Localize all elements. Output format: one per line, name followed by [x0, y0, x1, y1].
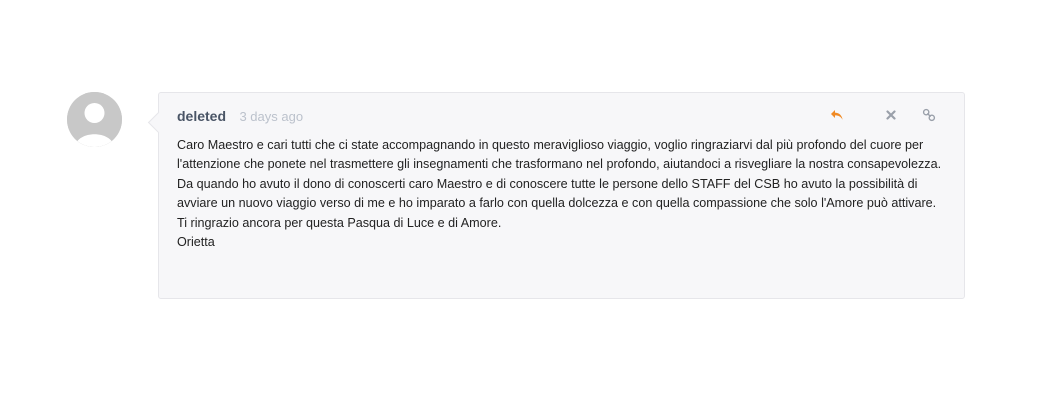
comment-body: Caro Maestro e cari tutti che ci state a…	[177, 136, 942, 252]
comment-bubble: deleted 3 days ago Caro Maestro e cari t…	[147, 92, 965, 299]
comment-header: deleted 3 days ago	[177, 108, 946, 128]
comment-paragraph: Caro Maestro e cari tutti che ci state a…	[177, 138, 942, 172]
avatar[interactable]	[67, 92, 122, 147]
comment-time[interactable]: 3 days ago	[239, 109, 303, 124]
comment: deleted 3 days ago Caro Maestro e cari t…	[0, 0, 1050, 400]
close-icon[interactable]	[882, 106, 900, 124]
comment-actions	[828, 106, 938, 124]
link-icon[interactable]	[920, 106, 938, 124]
comment-signature: Orietta	[177, 235, 215, 250]
comment-paragraph: Da quando ho avuto il dono di conoscerti…	[177, 176, 937, 211]
user-placeholder-icon	[67, 92, 122, 147]
bubble-arrow	[147, 111, 170, 134]
reply-icon[interactable]	[828, 106, 846, 124]
comment-author[interactable]: deleted	[177, 108, 226, 124]
comment-paragraph: Ti ringrazio ancora per questa Pasqua di…	[177, 215, 502, 230]
